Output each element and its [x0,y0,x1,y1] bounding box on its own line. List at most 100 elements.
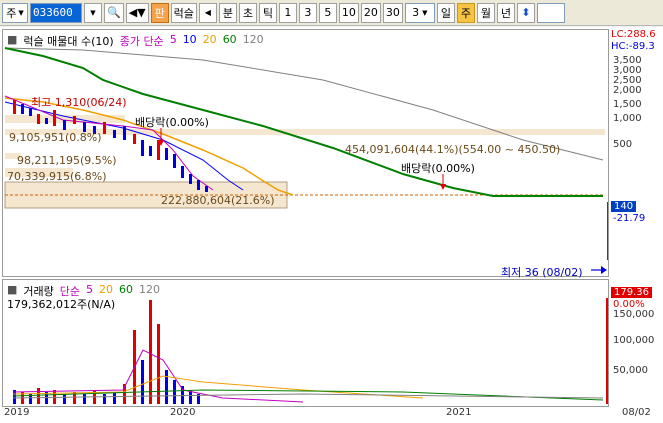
x-tick: 2019 [4,407,30,418]
year-label: 년 [500,6,511,20]
low-label: 최저 36 (08/02) [501,266,583,279]
speaker-icon: ◀▼ [128,6,146,19]
volume-profile-label: 70,339,915(6.8%) [7,170,107,183]
volume-bar [83,394,86,404]
chart-toolbar: 주 ▼ 033600 ▼ 🔍 ◀▼ 판 럭슬 ◀ 분 초 틱 1 3 5 10 2… [0,0,663,26]
volume-bars [13,298,608,404]
scale-button[interactable]: ⬍ [516,2,535,23]
price-panel[interactable]: ■ 럭슬 매물대 수(10) 종가 단순 5 10 20 60 120 최고 1… [2,29,609,279]
period-1-button[interactable]: 1 [278,2,297,23]
luck-button[interactable]: 럭슬 [170,2,197,23]
x-axis: 2019 2020 2021 08/02 [0,407,663,421]
period-1-label: 1 [284,6,292,19]
volume-bar [149,300,152,404]
vol-y-tick: 50,000 [613,365,648,376]
candle [123,126,126,140]
current-price-badge: 140 [611,201,637,212]
vol-ma60-line [12,389,604,401]
week-button[interactable]: 주 [456,2,475,23]
chart-area: ■ 럭슬 매물대 수(10) 종가 단순 5 10 20 60 120 최고 1… [0,27,663,423]
day-button[interactable]: 일 [436,2,455,23]
sound-button[interactable]: ◀▼ [125,2,149,23]
lc-label: LC:288.6 [611,29,656,40]
month-label: 월 [480,6,491,20]
volume-yaxis[interactable]: 179.36 0.00% 150,000 100,000 50,000 [609,279,663,407]
day-label: 일 [440,6,451,20]
candle [149,146,152,156]
year-button[interactable]: 년 [496,2,515,23]
dividend-label: 배당락(0.00%) [135,116,209,129]
chevron-down-icon: ▼ [18,8,24,17]
period-3-button[interactable]: 3 [298,2,317,23]
candle [37,114,40,124]
candle [197,180,200,190]
high-label: 최고 1,310(06/24) [31,96,127,109]
volume-panel[interactable]: ■ 거래량 단순 5 20 60 120 179,362,012주(N/A) [2,279,609,407]
current-volume-badge: 179.36 [611,287,652,298]
y-tick: 1,500 [613,99,642,110]
y-tick: 500 [613,139,633,150]
period-5-label: 5 [324,6,332,19]
period-5-button[interactable]: 5 [318,2,337,23]
candle [45,118,48,124]
search-icon: 🔍 [107,6,121,19]
dividend-label: 배당락(0.00%) [401,162,475,175]
price-yaxis[interactable]: LC:288.6 HC:-89.3 3,500 3,000 2,500 2,00… [609,29,663,277]
stock-code-value: 033600 [33,6,73,19]
current-change: -21.79 [613,213,646,224]
hc-label: HC:-89.3 [611,41,655,52]
candle [103,122,106,134]
volume-profile-label: 222,880,604(21.6%) [161,194,275,207]
chevron-down-icon: ▼ [422,8,428,17]
period-20-label: 20 [363,6,378,19]
volume-profile-label: 454,091,604(44.1%)(554.00 ~ 450.50) [345,143,561,156]
period-3-label: 3 [304,6,312,19]
stock-code-input[interactable]: 033600 [30,2,82,23]
candle [205,186,208,192]
count-select[interactable]: 3 ▼ [404,2,435,23]
period-10-label: 10 [341,6,356,19]
triangle-left-icon: ◀ [204,8,211,17]
x-tick: 2020 [170,407,196,418]
candle [165,148,168,160]
volume-bar [63,394,66,404]
candle [173,154,176,168]
code-dropdown-button[interactable]: ▼ [84,2,102,23]
count-value: 3 [412,6,420,19]
market-select[interactable]: 주 ▼ [2,2,28,23]
candle [63,120,66,130]
extra-input[interactable] [536,2,565,23]
chevron-down-icon: ▼ [90,8,96,17]
month-button[interactable]: 월 [476,2,495,23]
candle [133,134,136,144]
tick-button[interactable]: 틱 [258,2,277,23]
second-label: 초 [242,6,253,20]
period-30-button[interactable]: 30 [382,2,403,23]
period-30-label: 30 [385,6,400,19]
market-select-value: 주 [6,6,17,20]
minute-label: 분 [222,6,233,20]
minute-button[interactable]: 분 [218,2,237,23]
chart-type-label: 판 [154,6,165,20]
prev-button[interactable]: ◀ [198,2,217,23]
vol-y-tick: 100,000 [613,335,655,346]
candle [53,110,56,126]
volume-bar [157,324,160,404]
candle [141,140,144,156]
volume-bar [173,380,176,404]
volume-bar [606,298,608,404]
x-tick: 08/02 [622,407,651,418]
period-20-button[interactable]: 20 [360,2,381,23]
chart-type-button[interactable]: 판 [150,2,169,23]
volume-bar [165,370,168,404]
low-arrow [601,266,607,274]
volume-profile-label: 98,211,195(9.5%) [17,154,117,167]
search-button[interactable]: 🔍 [104,2,124,23]
candle [13,100,16,114]
vol-y-tick: 150,000 [613,309,655,320]
candle [607,202,608,260]
second-button[interactable]: 초 [238,2,257,23]
period-10-button[interactable]: 10 [338,2,359,23]
candle [113,130,116,138]
volume-bar [113,392,116,404]
